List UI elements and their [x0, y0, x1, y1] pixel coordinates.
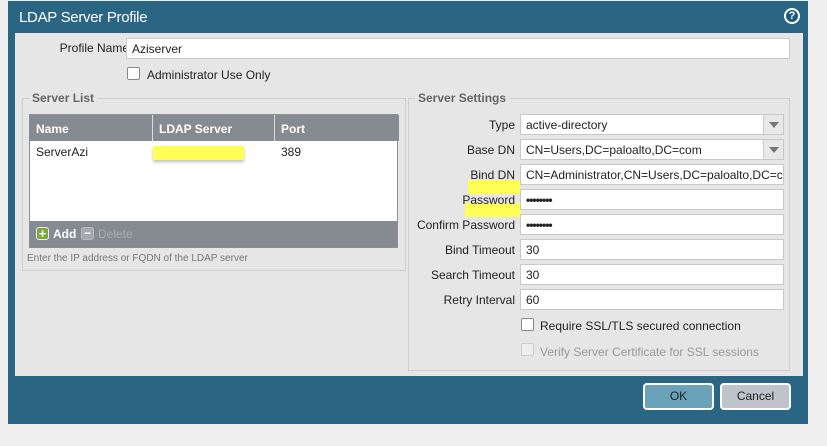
search-timeout-label: Search Timeout: [430, 268, 515, 282]
base-dn-value: CN=Users,DC=paloalto,DC=com: [526, 143, 702, 157]
port-cell: 389: [281, 145, 302, 159]
type-label: Type: [488, 118, 515, 132]
confirm-password-label: Confirm Password: [416, 218, 515, 232]
help-icon[interactable]: ?: [784, 8, 800, 24]
ok-button[interactable]: OK: [643, 383, 714, 410]
confirm-password-input[interactable]: ••••••••: [520, 214, 784, 235]
password-label: Password: [462, 193, 515, 207]
delete-button: Delete: [98, 227, 133, 241]
column-header-name[interactable]: Name: [30, 115, 153, 141]
dialog-title: LDAP Server Profile: [19, 9, 148, 26]
require-ssl-label: Require SSL/TLS secured connection: [540, 319, 741, 333]
password-input[interactable]: ••••••••: [520, 189, 784, 210]
type-value: active-directory: [526, 118, 608, 132]
base-dn-select[interactable]: CN=Users,DC=paloalto,DC=com: [520, 139, 784, 160]
chevron-down-icon[interactable]: [763, 140, 783, 159]
type-select[interactable]: active-directory: [520, 114, 784, 135]
redacted-ldap-server-cell: [153, 146, 244, 160]
administrator-use-only-label: Administrator Use Only: [147, 68, 271, 82]
retry-interval-label: Retry Interval: [443, 293, 515, 307]
base-dn-label: Base DN: [466, 143, 515, 157]
chevron-down-icon[interactable]: [763, 115, 783, 134]
cancel-button[interactable]: Cancel: [720, 383, 791, 410]
column-header-ldap-server[interactable]: LDAP Server: [153, 115, 275, 141]
server-settings-legend: Server Settings: [415, 91, 510, 105]
require-ssl-checkbox[interactable]: [521, 318, 534, 331]
retry-interval-input[interactable]: 60: [520, 289, 784, 310]
administrator-use-only-checkbox[interactable]: [127, 67, 140, 80]
server-list-hint: Enter the IP address or FQDN of the LDAP…: [27, 253, 248, 264]
add-icon: +: [36, 227, 49, 240]
server-list-legend: Server List: [29, 91, 98, 105]
delete-icon: −: [81, 227, 94, 240]
server-list-group: Server List Name LDAP Server Port Server…: [22, 91, 406, 271]
bind-dn-input[interactable]: CN=Administrator,CN=Users,DC=paloalto,DC…: [520, 164, 784, 185]
server-name-cell: ServerAzi: [36, 145, 89, 159]
bind-timeout-label: Bind Timeout: [444, 243, 515, 257]
column-header-port[interactable]: Port: [275, 115, 399, 141]
profile-name-label: Profile Name: [59, 41, 129, 55]
verify-certificate-checkbox: [521, 343, 534, 356]
dialog-body: Profile Name Aziserver Administrator Use…: [15, 33, 803, 376]
search-timeout-input[interactable]: 30: [520, 264, 784, 285]
server-settings-group: Server Settings Type active-directory Ba…: [408, 91, 790, 371]
bind-timeout-input[interactable]: 30: [520, 239, 784, 260]
highlight-mark: [468, 180, 520, 194]
table-toolbar: + Add − Delete: [30, 221, 397, 247]
ldap-server-profile-dialog: LDAP Server Profile ? Profile Name Azise…: [8, 1, 808, 424]
server-list-table: Name LDAP Server Port ServerAzi 389 + Ad…: [29, 114, 399, 248]
profile-name-input[interactable]: Aziserver: [126, 38, 790, 59]
verify-certificate-label: Verify Server Certificate for SSL sessio…: [540, 345, 759, 359]
add-button[interactable]: Add: [53, 227, 76, 241]
